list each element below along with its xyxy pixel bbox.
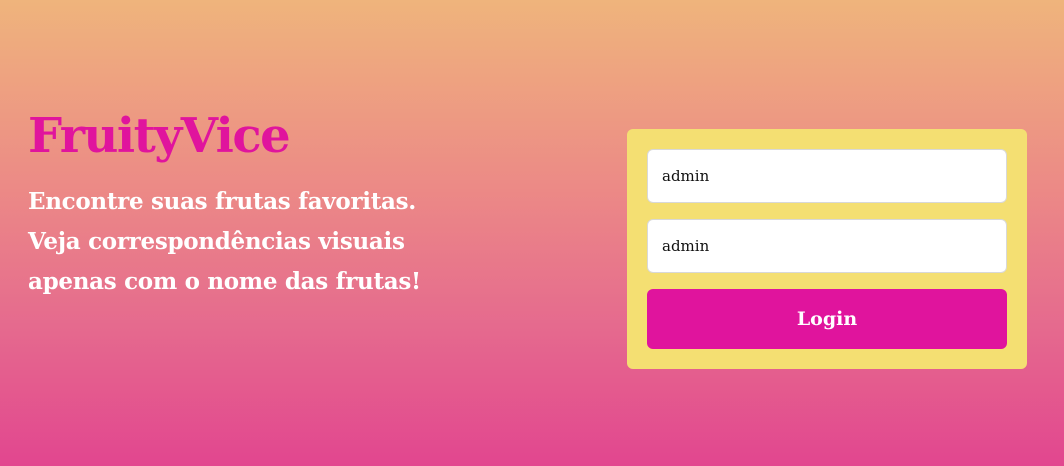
login-card: Login [627,129,1027,369]
tagline-line: Veja correspondências visuais [28,228,405,255]
tagline-line: apenas com o nome das frutas! [28,268,421,295]
hero-section: FruityVice Encontre suas frutas favorita… [28,104,548,302]
hero-tagline: Encontre suas frutas favoritas. Veja cor… [28,182,548,302]
login-button[interactable]: Login [647,289,1007,349]
brand-title: FruityVice [28,108,291,164]
username-field[interactable] [647,149,1007,203]
tagline-line: Encontre suas frutas favoritas. [28,188,416,215]
password-field[interactable] [647,219,1007,273]
